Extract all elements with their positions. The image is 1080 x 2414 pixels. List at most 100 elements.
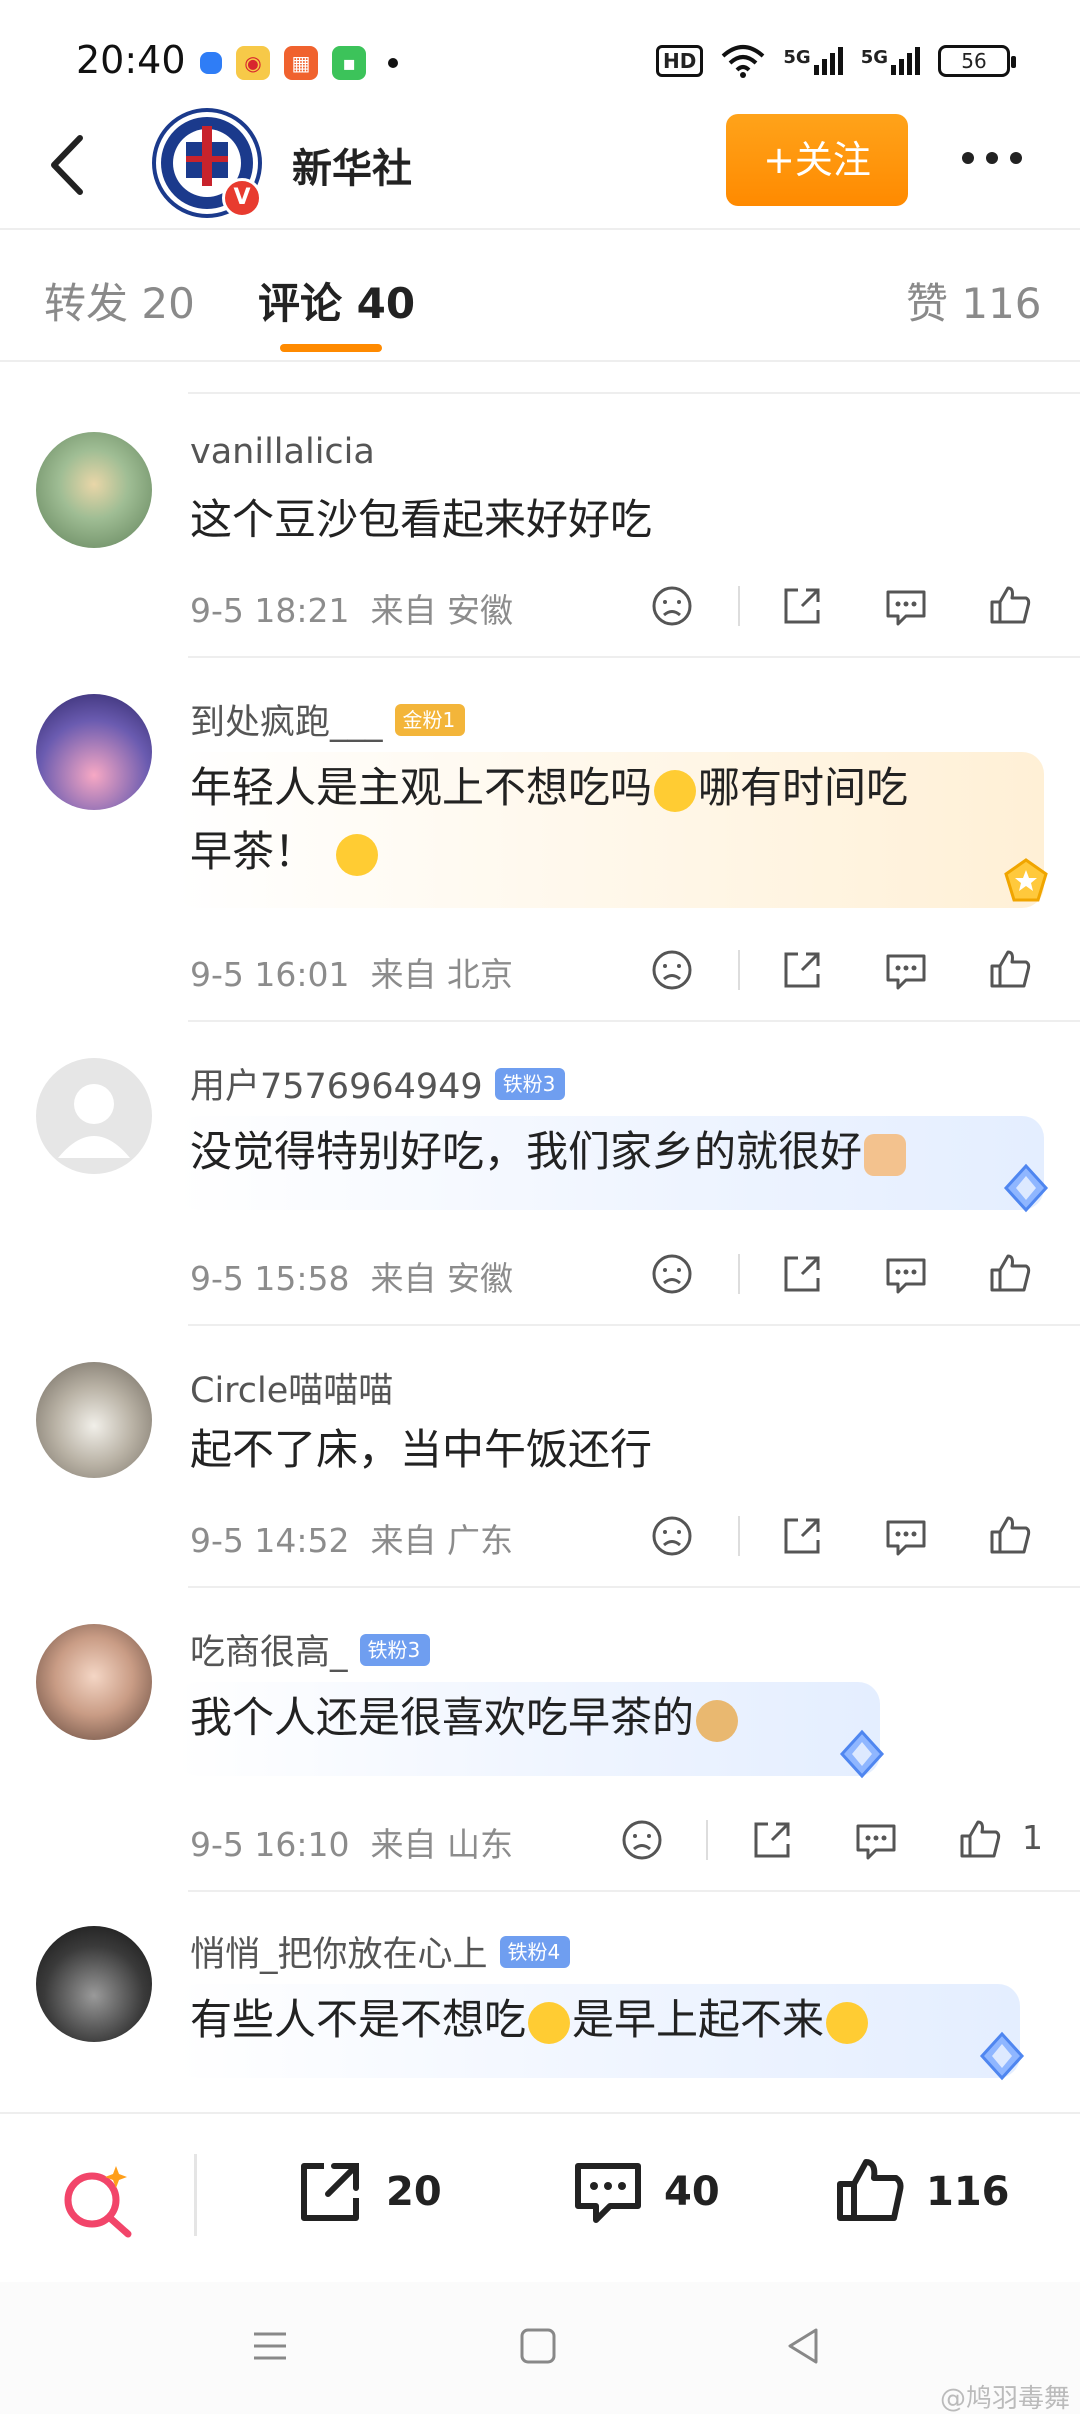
user-avatar[interactable] <box>36 432 152 548</box>
comment-text-part[interactable]: 年轻人是主观上不想吃吗 <box>190 763 652 812</box>
tab-likes[interactable]: 赞 116 <box>906 270 1042 331</box>
gold-badge-icon <box>1004 858 1048 902</box>
user-avatar[interactable] <box>36 1624 152 1740</box>
tab-comments[interactable]: 评论 40 <box>258 270 415 331</box>
comment-actions: 1 <box>0 1814 1080 1866</box>
share-icon[interactable] <box>776 580 828 632</box>
back-nav-icon[interactable] <box>784 2326 824 2366</box>
comment-text[interactable]: 没觉得特别好吃，我们家乡的就很好 <box>190 1120 907 1184</box>
comment-button[interactable]: 40 <box>568 2152 720 2232</box>
username-text[interactable]: 悄悄_把你放在心上 <box>190 1926 488 1977</box>
like-icon[interactable] <box>984 1510 1036 1562</box>
username-text[interactable]: 用户7576964949 <box>190 1058 483 1109</box>
diamond-badge-icon <box>1003 1163 1049 1213</box>
comment-username[interactable]: 悄悄_把你放在心上 铁粉4 <box>190 1926 571 1977</box>
share-icon[interactable] <box>776 944 828 996</box>
diamond-badge-icon <box>979 2031 1025 2081</box>
status-time: 20:40 <box>76 38 186 82</box>
comment-text-part[interactable]: 有些人不是不想吃 <box>190 1995 526 2044</box>
comment-actions <box>0 1248 1080 1300</box>
comment-text[interactable]: 我个人还是很喜欢吃早茶的 <box>190 1686 739 1750</box>
signal-icon: 5G <box>861 47 920 75</box>
comment-text-part[interactable]: 是早上起不来 <box>572 1995 824 2044</box>
comment-text[interactable]: 年轻人是主观上不想吃吗 哪有时间吃 <box>190 756 908 820</box>
user-avatar[interactable] <box>36 694 152 810</box>
network-type: 5G <box>860 47 888 68</box>
username-text[interactable]: vanillalicia <box>190 432 375 472</box>
back-icon[interactable] <box>40 130 100 200</box>
tab-reposts[interactable]: 转发 20 <box>44 270 195 331</box>
like-button[interactable]: 116 <box>830 2152 1010 2232</box>
username-text[interactable]: 到处疯跑___ <box>190 694 383 745</box>
dislike-icon[interactable] <box>646 580 698 632</box>
home-icon[interactable] <box>518 2326 558 2366</box>
separator <box>706 1820 708 1860</box>
separator <box>738 1254 740 1294</box>
weibo-notification-icon: ◉ <box>236 46 270 80</box>
dislike-icon[interactable] <box>616 1814 668 1866</box>
signal-icon: 5G <box>783 47 843 75</box>
user-avatar[interactable] <box>36 1926 152 2042</box>
reply-icon[interactable] <box>880 580 932 632</box>
like-icon[interactable] <box>954 1814 1006 1866</box>
comment-text-part[interactable]: 我个人还是很喜欢吃早茶的 <box>190 1693 694 1742</box>
share-icon[interactable] <box>776 1248 828 1300</box>
comment-text[interactable]: 这个豆沙包看起来好好吃 <box>190 488 652 552</box>
watermark: @鸠羽毒舞 <box>939 2384 1070 2414</box>
crying-emoji-icon <box>528 2001 571 2044</box>
user-avatar[interactable] <box>36 1058 152 1174</box>
app-notification-icon <box>200 52 222 74</box>
search-icon[interactable] <box>58 2160 138 2240</box>
comment-username[interactable]: Circle喵喵喵 <box>190 1362 393 1413</box>
comment-username[interactable]: vanillalicia <box>190 432 375 472</box>
fan-badge: 铁粉3 <box>494 1067 566 1100</box>
reply-icon[interactable] <box>880 944 932 996</box>
username-text[interactable]: 吃商很高_ <box>190 1624 348 1675</box>
comment-text[interactable]: 起不了床，当中午饭还行 <box>190 1418 652 1482</box>
comment-text-line2[interactable]: 早茶！ <box>190 820 379 884</box>
grin-emoji-icon <box>336 833 379 876</box>
separator <box>738 586 740 626</box>
app-notification-icon: ▦ <box>284 46 318 80</box>
like-icon[interactable] <box>984 1248 1036 1300</box>
like-count: 1 <box>1022 1818 1043 1857</box>
laugh-cry-emoji-icon <box>826 2001 869 2044</box>
comment-text-part[interactable]: 早茶！ <box>190 827 316 876</box>
comment-username[interactable]: 用户7576964949 铁粉3 <box>190 1058 566 1109</box>
reply-icon[interactable] <box>880 1510 932 1562</box>
follow-button[interactable]: +关注 <box>726 114 908 206</box>
divider <box>188 1586 1080 1588</box>
username-text[interactable]: Circle喵喵喵 <box>190 1362 393 1413</box>
dislike-icon[interactable] <box>646 1248 698 1300</box>
divider <box>188 656 1080 658</box>
menu-icon[interactable] <box>250 2326 290 2366</box>
user-avatar[interactable] <box>36 1362 152 1478</box>
battery-icon: 56 <box>938 45 1016 77</box>
bottom-action-bar: 20 40 116 <box>0 2112 1080 2282</box>
dislike-icon[interactable] <box>646 944 698 996</box>
divider <box>188 1890 1080 1892</box>
more-options-icon[interactable] <box>962 152 1022 164</box>
reply-icon[interactable] <box>850 1814 902 1866</box>
like-icon[interactable] <box>984 580 1036 632</box>
fan-badge: 金粉1 <box>394 703 466 736</box>
comment-username[interactable]: 吃商很高_ 铁粉3 <box>190 1624 431 1675</box>
like-icon <box>837 2159 904 2221</box>
thumbs-up-emoji-icon <box>864 1133 907 1176</box>
dislike-icon[interactable] <box>646 1510 698 1562</box>
share-icon[interactable] <box>776 1510 828 1562</box>
comment-text-part[interactable]: 哪有时间吃 <box>698 763 908 812</box>
more-notifications-icon <box>388 58 398 68</box>
share-icon[interactable] <box>746 1814 798 1866</box>
account-name[interactable]: 新华社 <box>292 136 412 194</box>
reply-icon[interactable] <box>880 1248 932 1300</box>
doge-emoji-icon <box>696 1699 739 1742</box>
like-icon[interactable] <box>984 944 1036 996</box>
diamond-badge-icon <box>839 1729 885 1779</box>
repost-button[interactable]: 20 <box>290 2152 442 2232</box>
status-indicators: HD 5G 5G 56 <box>656 44 1016 78</box>
hd-icon: HD <box>656 45 704 77</box>
comment-text-part[interactable]: 没觉得特别好吃，我们家乡的就很好 <box>190 1127 862 1176</box>
comment-username[interactable]: 到处疯跑___ 金粉1 <box>190 694 466 745</box>
comment-text[interactable]: 有些人不是不想吃 是早上起不来 <box>190 1988 869 2052</box>
